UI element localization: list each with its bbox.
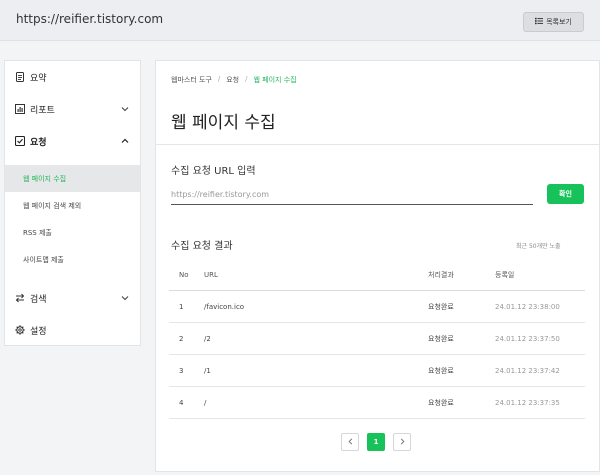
chevron-right-icon (399, 438, 406, 447)
gear-icon (15, 325, 25, 335)
swap-icon (15, 293, 25, 303)
top-bar: https://reifier.tistory.com 목록보기 (0, 0, 600, 41)
chevron-down-icon (121, 294, 129, 302)
site-url[interactable]: https://reifier.tistory.com (16, 12, 163, 26)
pagination: 1 (341, 433, 411, 451)
column-header-status: 처리결과 (428, 270, 454, 279)
sidebar-item-summary[interactable]: 요약 (5, 63, 140, 91)
row-date: 24.01.12 23:38:00 (495, 302, 560, 311)
confirm-button[interactable]: 확인 (547, 184, 584, 204)
sidebar-item-search[interactable]: 검색 (5, 284, 140, 312)
row-url: /favicon.ico (204, 302, 245, 311)
sidebar-subitem-page-exclude[interactable]: 웹 페이지 검색 제외 (5, 192, 140, 219)
results-note: 최근 50개만 노출 (516, 243, 561, 250)
chevron-left-icon (347, 438, 354, 447)
sidebar-subitem-page-collect[interactable]: 웹 페이지 수집 (5, 165, 140, 192)
input-section-title: 수집 요청 URL 입력 (171, 166, 256, 177)
row-status: 요청완료 (428, 366, 454, 375)
url-input[interactable] (171, 185, 533, 205)
row-date: 24.01.12 23:37:42 (495, 366, 560, 375)
row-url: / (204, 398, 207, 407)
sidebar-item-request[interactable]: 요청 (5, 127, 140, 155)
sidebar-item-label: 요청 (30, 137, 47, 148)
breadcrumb-item[interactable]: 요청 (226, 75, 239, 85)
column-header-no: No (179, 270, 189, 279)
row-status: 요청완료 (428, 334, 454, 343)
breadcrumb: 웹마스터 도구 / 요청 / 웹 페이지 수집 (171, 75, 297, 85)
row-status: 요청완료 (428, 398, 454, 407)
sidebar-item-label: 검색 (30, 294, 47, 305)
sidebar-subitem-label: 웹 페이지 검색 제외 (23, 201, 82, 210)
sidebar-item-label: 리포트 (30, 105, 55, 116)
chevron-up-icon (121, 137, 129, 145)
list-icon (535, 17, 544, 27)
divider (156, 144, 599, 145)
table-row: 1 /favicon.ico 요청완료 24.01.12 23:38:00 (169, 291, 585, 323)
sidebar-item-label: 설정 (30, 326, 47, 337)
row-no: 1 (179, 302, 184, 311)
page-title: 웹 페이지 수집 (171, 113, 276, 133)
sidebar-item-report[interactable]: 리포트 (5, 95, 140, 123)
chart-icon (15, 104, 25, 114)
breadcrumb-separator: / (245, 75, 248, 83)
table-row: 3 /1 요청완료 24.01.12 23:37:42 (169, 355, 585, 387)
page-button-current[interactable]: 1 (367, 433, 385, 451)
sidebar-subitem-rss[interactable]: RSS 제출 (5, 219, 140, 246)
next-page-button[interactable] (393, 433, 411, 451)
breadcrumb-item[interactable]: 웹마스터 도구 (171, 75, 212, 85)
results-section-title: 수집 요청 결과 (171, 241, 233, 252)
row-no: 2 (179, 334, 184, 343)
document-icon (15, 72, 25, 82)
breadcrumb-current: 웹 페이지 수집 (253, 76, 297, 84)
sidebar-item-label: 요약 (30, 73, 47, 84)
prev-page-button[interactable] (341, 433, 359, 451)
main-panel: 웹마스터 도구 / 요청 / 웹 페이지 수집 웹 페이지 수집 수집 요청 U… (155, 60, 600, 472)
table-row: 2 /2 요청완료 24.01.12 23:37:50 (169, 323, 585, 355)
results-table: No URL 처리결과 등록일 1 /favicon.ico 요청완료 24.0… (169, 259, 585, 419)
table-row: 4 / 요청완료 24.01.12 23:37:35 (169, 387, 585, 419)
list-view-button[interactable]: 목록보기 (523, 12, 584, 32)
sidebar-subitem-label: 사이트맵 제출 (23, 255, 64, 264)
chevron-down-icon (121, 105, 129, 113)
table-header: No URL 처리결과 등록일 (169, 259, 585, 291)
breadcrumb-separator: / (217, 75, 221, 83)
row-status: 요청완료 (428, 302, 454, 311)
row-no: 4 (179, 398, 184, 407)
row-date: 24.01.12 23:37:35 (495, 398, 560, 407)
row-url: /1 (204, 366, 211, 375)
row-url: /2 (204, 334, 211, 343)
list-view-label: 목록보기 (546, 18, 572, 26)
sidebar-item-settings[interactable]: 설정 (5, 316, 140, 344)
sidebar-subitem-label: RSS 제출 (23, 228, 52, 237)
column-header-date: 등록일 (495, 270, 515, 279)
column-header-url: URL (204, 270, 218, 279)
sidebar: 요약 리포트 요청 웹 페이지 수집 웹 페이지 검색 제외 RSS 제출 사이… (4, 60, 141, 346)
sidebar-subitem-sitemap[interactable]: 사이트맵 제출 (5, 246, 140, 273)
checkbox-icon (15, 136, 25, 146)
row-no: 3 (179, 366, 184, 375)
row-date: 24.01.12 23:37:50 (495, 334, 560, 343)
sidebar-subitem-label: 웹 페이지 수집 (23, 174, 67, 183)
